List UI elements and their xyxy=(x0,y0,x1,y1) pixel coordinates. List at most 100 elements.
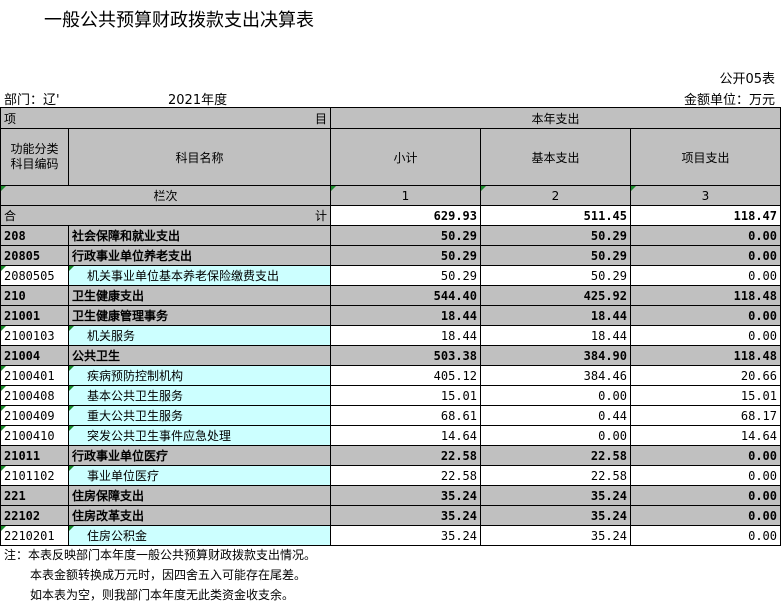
row-subtotal: 18.44 xyxy=(330,325,481,346)
row-subject-name: 事业单位医疗 xyxy=(68,465,331,486)
row-subject-name: 住房保障支出 xyxy=(68,485,331,506)
row-project: 0.00 xyxy=(630,225,781,246)
row-subtotal: 22.58 xyxy=(330,445,481,466)
table-row: 2101102 事业单位医疗 22.58 22.58 0.00 xyxy=(0,465,781,486)
row-subtotal: 15.01 xyxy=(330,385,481,406)
table-row: 221 住房保障支出 35.24 35.24 0.00 xyxy=(0,485,781,506)
note-line-1: 注：本表反映部门本年度一般公共预算财政拨款支出情况。 xyxy=(4,548,317,562)
amount-unit-label: 金额单位：万元 xyxy=(683,93,775,108)
header-current-year: 本年支出 xyxy=(330,107,781,129)
header-item-cell: 项 目 xyxy=(0,107,331,129)
row-subject-name: 卫生健康支出 xyxy=(68,285,331,306)
row-subject-name: 突发公共卫生事件应急处理 xyxy=(68,425,331,446)
row-code: 208 xyxy=(0,225,69,246)
row-subject-name: 机关事业单位基本养老保险缴费支出 xyxy=(68,265,331,286)
row-code: 21001 xyxy=(0,305,69,326)
row-code: 21011 xyxy=(0,445,69,466)
row-code: 21004 xyxy=(0,345,69,366)
row-code: 2100409 xyxy=(0,405,69,426)
row-basic: 425.92 xyxy=(480,285,631,306)
table-row: 2100401 疾病预防控制机构 405.12 384.46 20.66 xyxy=(0,365,781,386)
total-project: 118.47 xyxy=(630,205,781,226)
row-subtotal: 503.38 xyxy=(330,345,481,366)
notes-block: 注：本表反映部门本年度一般公共预算财政拨款支出情况。 本表金额转换成万元时，因四… xyxy=(4,545,316,605)
row-subtotal: 50.29 xyxy=(330,225,481,246)
row-subtotal: 14.64 xyxy=(330,425,481,446)
row-code: 2100408 xyxy=(0,385,69,406)
row-basic: 0.00 xyxy=(480,425,631,446)
row-subject-name: 公共卫生 xyxy=(68,345,331,366)
row-code: 210 xyxy=(0,285,69,306)
row-basic: 384.90 xyxy=(480,345,631,366)
table-row: 2080505 机关事业单位基本养老保险缴费支出 50.29 50.29 0.00 xyxy=(0,265,781,286)
table-row: 20805 行政事业单位养老支出 50.29 50.29 0.00 xyxy=(0,245,781,266)
row-basic: 22.58 xyxy=(480,445,631,466)
total-row: 合 计 629.93 511.45 118.47 xyxy=(0,205,781,226)
row-project: 0.00 xyxy=(630,325,781,346)
note-line-2: 本表金额转换成万元时，因四舍五入可能存在尾差。 xyxy=(30,568,307,582)
table-row: 210 卫生健康支出 544.40 425.92 118.48 xyxy=(0,285,781,306)
note-line-3: 如本表为空，则我部门本年度无此类资金收支余。 xyxy=(30,588,295,602)
row-project: 0.00 xyxy=(630,525,781,546)
row-subject-name: 机关服务 xyxy=(68,325,331,346)
row-code: 2100103 xyxy=(0,325,69,346)
header-project: 项目支出 xyxy=(630,128,781,186)
table-row: 21011 行政事业单位医疗 22.58 22.58 0.00 xyxy=(0,445,781,466)
row-project: 0.00 xyxy=(630,505,781,526)
row-project: 0.00 xyxy=(630,485,781,506)
row-subtotal: 35.24 xyxy=(330,525,481,546)
total-subtotal: 629.93 xyxy=(330,205,481,226)
table-row: 2100409 重大公共卫生服务 68.61 0.44 68.17 xyxy=(0,405,781,426)
row-code: 22102 xyxy=(0,505,69,526)
row-code: 20805 xyxy=(0,245,69,266)
total-basic: 511.45 xyxy=(480,205,631,226)
header-col3: 3 xyxy=(630,185,781,206)
table-row: 2100408 基本公共卫生服务 15.01 0.00 15.01 xyxy=(0,385,781,406)
table-row: 2100103 机关服务 18.44 18.44 0.00 xyxy=(0,325,781,346)
row-basic: 35.24 xyxy=(480,525,631,546)
total-label-cell: 合 计 xyxy=(0,205,331,226)
header-lanci: 栏次 xyxy=(0,185,331,206)
row-basic: 18.44 xyxy=(480,305,631,326)
row-project: 68.17 xyxy=(630,405,781,426)
report-title: 一般公共预算财政拨款支出决算表 xyxy=(44,10,314,31)
department-label: 部门：辽' xyxy=(4,93,60,108)
table-row: 2210201 住房公积金 35.24 35.24 0.00 xyxy=(0,525,781,546)
row-subject-name: 基本公共卫生服务 xyxy=(68,385,331,406)
row-basic: 18.44 xyxy=(480,325,631,346)
row-code: 2100410 xyxy=(0,425,69,446)
row-project: 0.00 xyxy=(630,245,781,266)
header-basic: 基本支出 xyxy=(480,128,631,186)
expenditure-table: 项 目 本年支出 功能分类 科目编码 科目名称 小计 基本支出 项目支出 栏次 … xyxy=(0,107,781,546)
header-mu: 目 xyxy=(314,111,327,126)
row-code: 2080505 xyxy=(0,265,69,286)
row-project: 118.48 xyxy=(630,345,781,366)
table-row: 21001 卫生健康管理事务 18.44 18.44 0.00 xyxy=(0,305,781,326)
row-project: 118.48 xyxy=(630,285,781,306)
row-project: 15.01 xyxy=(630,385,781,406)
form-number: 公开05表 xyxy=(719,72,775,87)
row-project: 14.64 xyxy=(630,425,781,446)
row-subtotal: 50.29 xyxy=(330,265,481,286)
header-row-3: 栏次 1 2 3 xyxy=(0,185,781,206)
row-subtotal: 68.61 xyxy=(330,405,481,426)
header-row-2: 功能分类 科目编码 科目名称 小计 基本支出 项目支出 xyxy=(0,128,781,186)
header-func-code: 功能分类 科目编码 xyxy=(0,128,69,186)
row-subject-name: 行政事业单位养老支出 xyxy=(68,245,331,266)
row-subject-name: 卫生健康管理事务 xyxy=(68,305,331,326)
row-basic: 22.58 xyxy=(480,465,631,486)
row-project: 0.00 xyxy=(630,445,781,466)
table-row: 2100410 突发公共卫生事件应急处理 14.64 0.00 14.64 xyxy=(0,425,781,446)
row-basic: 35.24 xyxy=(480,485,631,506)
row-subject-name: 疾病预防控制机构 xyxy=(68,365,331,386)
row-code: 221 xyxy=(0,485,69,506)
row-basic: 0.44 xyxy=(480,405,631,426)
header-func-code-line1: 功能分类 xyxy=(10,142,59,156)
row-code: 2210201 xyxy=(0,525,69,546)
row-basic: 0.00 xyxy=(480,385,631,406)
row-subtotal: 405.12 xyxy=(330,365,481,386)
row-subtotal: 35.24 xyxy=(330,485,481,506)
row-code: 2101102 xyxy=(0,465,69,486)
header-subject-name: 科目名称 xyxy=(68,128,331,186)
total-he: 合 xyxy=(4,209,17,223)
